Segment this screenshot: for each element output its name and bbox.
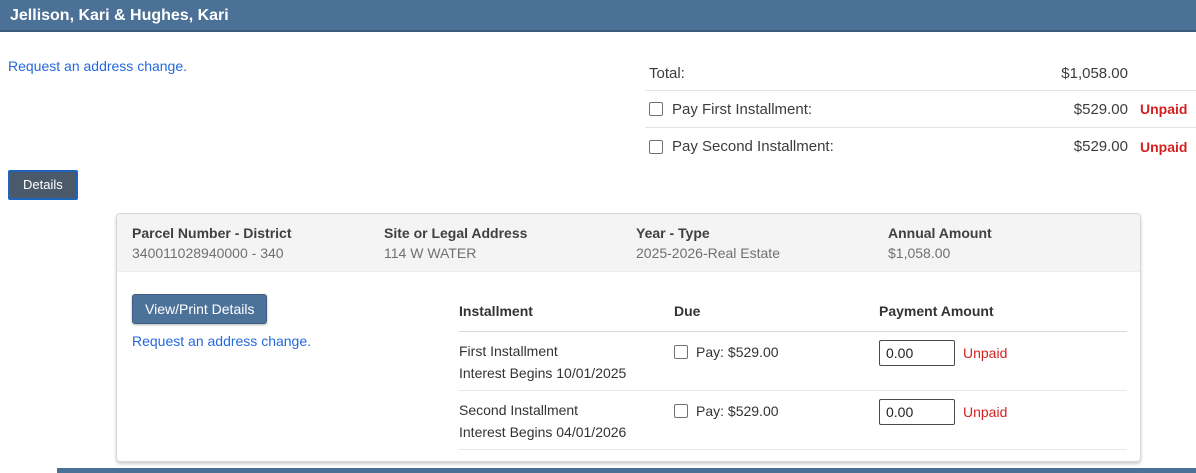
table-row-first-installment: First Installment Interest Begins 10/01/…	[459, 332, 1127, 391]
second-installment-due-cell: Pay: $529.00	[674, 399, 879, 443]
site-address-column: Site or Legal Address 114 W WATER	[384, 225, 636, 261]
total-amount: $1,058.00	[1061, 65, 1128, 82]
site-address-label: Site or Legal Address	[384, 225, 528, 241]
due-column-header: Due	[674, 303, 701, 319]
pay-second-installment-checkbox[interactable]	[649, 139, 663, 154]
page: Jellison, Kari & Hughes, Kari Request an…	[0, 0, 1196, 473]
pay-first-installment-row: Pay First Installment: $529.00 Unpaid	[645, 91, 1196, 128]
first-installment-name-cell: First Installment Interest Begins 10/01/…	[459, 340, 674, 384]
first-installment-payment-input[interactable]	[879, 340, 955, 366]
first-installment-payment-cell: Unpaid	[879, 340, 1127, 384]
pay-first-installment-label: Pay First Installment:	[672, 100, 813, 118]
address-change-link[interactable]: Request an address change.	[8, 58, 187, 74]
annual-amount-label: Annual Amount	[888, 225, 992, 241]
parcel-number-label: Parcel Number - District	[132, 225, 292, 241]
parcel-number-column: Parcel Number - District 340011028940000…	[132, 225, 384, 261]
second-installment-pay-label: Pay: $529.00	[696, 403, 779, 419]
installment-table: Installment Due Payment Amount First Ins…	[459, 294, 1127, 450]
second-installment-status: Unpaid	[1140, 138, 1188, 155]
pay-second-installment-label: Pay Second Installment:	[672, 138, 834, 155]
installment-column-header: Installment	[459, 303, 533, 319]
address-change-link-panel[interactable]: Request an address change.	[132, 333, 311, 349]
parcel-summary-header: Parcel Number - District 340011028940000…	[117, 214, 1140, 272]
pay-second-installment-label-wrap: Pay Second Installment:	[649, 138, 1036, 155]
pay-first-installment-label-wrap: Pay First Installment:	[649, 101, 1036, 118]
second-installment-payment-cell: Unpaid	[879, 399, 1127, 443]
site-address-value: 114 W WATER	[384, 245, 477, 261]
payment-summary: Total: $1,058.00 Pay First Installment: …	[645, 57, 1196, 165]
installment-table-header: Installment Due Payment Amount	[459, 294, 1127, 332]
year-type-value: 2025-2026-Real Estate	[636, 245, 780, 261]
second-installment-name-cell: Second Installment Interest Begins 04/01…	[459, 399, 674, 443]
second-installment-unpaid-status: Unpaid	[963, 404, 1008, 420]
parcel-details-panel: Parcel Number - District 340011028940000…	[116, 213, 1141, 462]
pay-second-installment-row: Pay Second Installment: $529.00 Unpaid	[645, 128, 1196, 165]
page-title: Jellison, Kari & Hughes, Kari	[10, 7, 229, 24]
total-row: Total: $1,058.00	[645, 57, 1196, 91]
first-installment-interest: Interest Begins 10/01/2025	[459, 365, 627, 381]
parcel-number-value: 340011028940000 - 340	[132, 245, 284, 261]
first-installment-unpaid-status: Unpaid	[963, 345, 1008, 361]
first-installment-name: First Installment	[459, 343, 558, 359]
first-installment-pay-checkbox[interactable]	[674, 345, 688, 359]
annual-amount-column: Annual Amount $1,058.00	[888, 225, 1140, 261]
second-installment-payment-input[interactable]	[879, 399, 955, 425]
first-installment-due-cell: Pay: $529.00	[674, 340, 879, 384]
parcel-details-body: View/Print Details Request an address ch…	[117, 272, 1140, 450]
view-print-details-button[interactable]: View/Print Details	[132, 294, 268, 324]
annual-amount-value: $1,058.00	[888, 245, 951, 261]
total-label: Total:	[649, 65, 685, 82]
first-installment-amount: $529.00	[1073, 100, 1128, 118]
second-installment-name: Second Installment	[459, 402, 579, 418]
second-installment-interest: Interest Begins 04/01/2026	[459, 424, 627, 440]
payment-amount-column-header: Payment Amount	[879, 303, 994, 319]
first-installment-status: Unpaid	[1140, 101, 1188, 117]
account-title-bar: Jellison, Kari & Hughes, Kari	[0, 0, 1196, 32]
second-installment-amount: $529.00	[1073, 138, 1128, 155]
pay-first-installment-checkbox[interactable]	[649, 102, 663, 116]
year-type-column: Year - Type 2025-2026-Real Estate	[636, 225, 888, 261]
year-type-label: Year - Type	[636, 225, 710, 241]
parcel-actions-column: View/Print Details Request an address ch…	[132, 294, 459, 450]
second-installment-pay-checkbox[interactable]	[674, 404, 688, 418]
details-button[interactable]: Details	[8, 170, 78, 200]
first-installment-pay-label: Pay: $529.00	[696, 344, 779, 360]
table-row-second-installment: Second Installment Interest Begins 04/01…	[459, 391, 1127, 450]
next-section-bar	[57, 468, 1196, 473]
